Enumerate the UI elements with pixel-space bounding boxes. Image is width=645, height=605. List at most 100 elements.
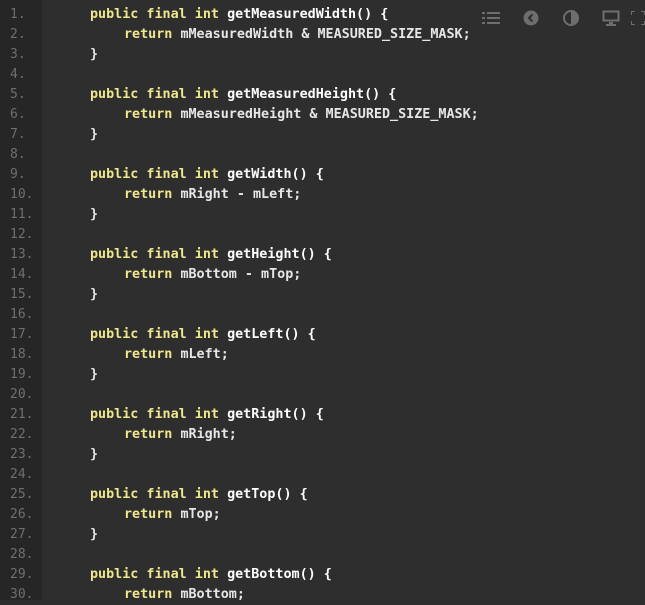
line-number: 12. bbox=[10, 227, 34, 242]
code-body: } bbox=[90, 127, 99, 142]
line-number: 27. bbox=[10, 527, 34, 542]
code-line: 30. return mBottom; bbox=[0, 585, 645, 605]
code-line: 17. public final int getLeft() { bbox=[0, 325, 645, 345]
code-text: public final int getRight() { bbox=[90, 405, 324, 425]
code-body: } bbox=[90, 287, 99, 302]
code-text: return mBottom; bbox=[124, 585, 245, 605]
code-body: } bbox=[90, 527, 99, 542]
code-body: mTop; bbox=[180, 507, 221, 522]
list-icon[interactable] bbox=[471, 8, 511, 28]
code-keyword: return bbox=[124, 187, 181, 202]
line-number: 15. bbox=[10, 287, 34, 302]
code-line: 5. public final int getMeasuredHeight() { bbox=[0, 85, 645, 105]
code-line: 24. bbox=[0, 465, 645, 485]
line-number: 26. bbox=[10, 507, 34, 522]
code-body: mLeft; bbox=[180, 347, 229, 362]
code-body: mRight - mLeft; bbox=[180, 187, 302, 202]
line-number: 24. bbox=[10, 467, 34, 482]
code-line: 20. bbox=[0, 385, 645, 405]
line-number: 4. bbox=[10, 67, 26, 82]
code-text: public final int getMeasuredWidth() { bbox=[90, 5, 388, 25]
line-number: 8. bbox=[10, 147, 26, 162]
code-line: 19.} bbox=[0, 365, 645, 385]
line-number: 6. bbox=[10, 107, 26, 122]
code-line: 9. public final int getWidth() { bbox=[0, 165, 645, 185]
code-keyword: return bbox=[124, 507, 181, 522]
code-body: getHeight() { bbox=[227, 247, 332, 262]
code-line: 22. return mRight; bbox=[0, 425, 645, 445]
code-text: return mTop; bbox=[124, 505, 221, 525]
code-line: 7.} bbox=[0, 125, 645, 145]
back-icon[interactable] bbox=[511, 8, 551, 28]
code-keyword: return bbox=[124, 267, 181, 282]
code-keyword: public final int bbox=[90, 567, 228, 582]
code-body: getWidth() { bbox=[227, 167, 324, 182]
code-line: 3.} bbox=[0, 45, 645, 65]
code-line: 15.} bbox=[0, 285, 645, 305]
code-keyword: public final int bbox=[90, 87, 228, 102]
code-body: getMeasuredHeight() { bbox=[227, 87, 397, 102]
code-keyword: return bbox=[124, 27, 181, 42]
code-line: 28. bbox=[0, 545, 645, 565]
code-line: 6. return mMeasuredHeight & MEASURED_SIZE… bbox=[0, 105, 645, 125]
editor-toolbar bbox=[471, 8, 645, 28]
code-line: 14. return mBottom - mTop; bbox=[0, 265, 645, 285]
line-number: 30. bbox=[10, 587, 34, 602]
code-keyword: public final int bbox=[90, 247, 228, 262]
code-body: getLeft() { bbox=[227, 327, 316, 342]
code-line: 16. bbox=[0, 305, 645, 325]
code-line: 23.} bbox=[0, 445, 645, 465]
code-text: return mRight; bbox=[124, 425, 237, 445]
code-line: 11.} bbox=[0, 205, 645, 225]
line-number: 28. bbox=[10, 547, 34, 562]
code-line: 12. bbox=[0, 225, 645, 245]
code-text: public final int getBottom() { bbox=[90, 565, 332, 585]
line-number: 22. bbox=[10, 427, 34, 442]
code-line: 25. public final int getTop() { bbox=[0, 485, 645, 505]
code-text: public final int getMeasuredHeight() { bbox=[90, 85, 396, 105]
code-text: public final int getWidth() { bbox=[90, 165, 324, 185]
code-text: public final int getHeight() { bbox=[90, 245, 332, 265]
code-body: } bbox=[90, 207, 99, 222]
line-number: 13. bbox=[10, 247, 34, 262]
line-number: 11. bbox=[10, 207, 34, 222]
code-body: getRight() { bbox=[227, 407, 324, 422]
code-keyword: public final int bbox=[90, 167, 228, 182]
code-text: } bbox=[90, 365, 98, 385]
code-body: } bbox=[90, 447, 99, 462]
code-body: } bbox=[90, 47, 99, 62]
code-body: getTop() { bbox=[227, 487, 308, 502]
line-number: 2. bbox=[10, 27, 26, 42]
line-number: 9. bbox=[10, 167, 26, 182]
code-text: return mMeasuredWidth & MEASURED_SIZE_MA… bbox=[124, 25, 471, 45]
line-number: 16. bbox=[10, 307, 34, 322]
line-number: 20. bbox=[10, 387, 34, 402]
fullscreen-icon[interactable] bbox=[631, 8, 645, 28]
line-number: 25. bbox=[10, 487, 34, 502]
code-body: mRight; bbox=[180, 427, 237, 442]
code-body: getBottom() { bbox=[227, 567, 332, 582]
code-keyword: return bbox=[124, 347, 181, 362]
code-text: } bbox=[90, 285, 98, 305]
line-number: 7. bbox=[10, 127, 26, 142]
code-text: return mLeft; bbox=[124, 345, 229, 365]
line-number: 21. bbox=[10, 407, 34, 422]
contrast-icon[interactable] bbox=[551, 8, 591, 28]
code-body: } bbox=[90, 367, 99, 382]
code-line: 27.} bbox=[0, 525, 645, 545]
code-keyword: return bbox=[124, 107, 181, 122]
line-number: 18. bbox=[10, 347, 34, 362]
code-text: } bbox=[90, 445, 98, 465]
line-number: 5. bbox=[10, 87, 26, 102]
code-line: 8. bbox=[0, 145, 645, 165]
monitor-icon[interactable] bbox=[591, 8, 631, 28]
code-line: 10. return mRight - mLeft; bbox=[0, 185, 645, 205]
code-line: 26. return mTop; bbox=[0, 505, 645, 525]
code-text: return mBottom - mTop; bbox=[124, 265, 301, 285]
line-number: 14. bbox=[10, 267, 34, 282]
code-text: } bbox=[90, 525, 98, 545]
line-number: 1. bbox=[10, 7, 26, 22]
code-text: } bbox=[90, 45, 98, 65]
code-line: 2. return mMeasuredWidth & MEASURED_SIZE_… bbox=[0, 25, 645, 45]
code-line: 21. public final int getRight() { bbox=[0, 405, 645, 425]
